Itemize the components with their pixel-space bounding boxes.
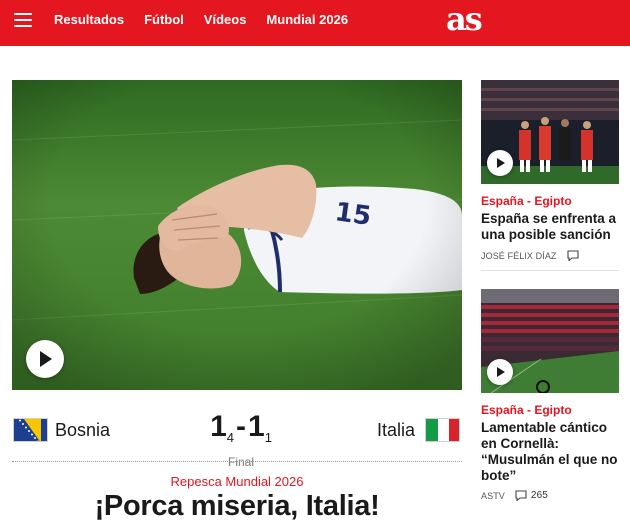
hero-photo: 15 [12,80,462,390]
side-article-2-kicker[interactable]: España - Egipto [481,403,572,417]
home-penalties: 4 [226,430,234,445]
comment-count[interactable]: 265 [531,490,548,501]
italy-flag-icon [425,418,460,442]
divider [12,461,462,462]
side-article-2-thumbnail[interactable] [481,289,619,393]
home-team[interactable]: Bosnia [13,418,110,442]
side-article-1-title[interactable]: España se enfrenta a una posible sanción [481,211,621,243]
side-article-2-author[interactable]: ASTV [481,491,505,501]
match-scoreboard[interactable]: Bosnia 14-11 Final Italia [12,410,462,469]
play-icon[interactable] [487,150,513,176]
article-kicker[interactable]: Repesca Mundial 2026 [12,474,462,489]
main-nav: Resultados Fútbol Vídeos Mundial 2026 [54,12,368,27]
article-headline[interactable]: ¡Porca miseria, Italia! [12,490,462,523]
card-divider [481,270,619,271]
comment-icon[interactable] [515,490,527,501]
away-goals: 1 [248,410,265,443]
score-separator: - [236,410,246,443]
side-article-1-kicker[interactable]: España - Egipto [481,194,572,208]
as-logo[interactable]: as [446,0,483,38]
side-article-2-title[interactable]: Lamentable cántico en Cornellà: “Musulmá… [481,420,621,484]
top-bar: Resultados Fútbol Vídeos Mundial 2026 as [0,0,630,46]
side-article-1-thumbnail[interactable] [481,80,619,184]
match-status: Final [227,455,254,469]
nav-videos[interactable]: Vídeos [204,12,247,27]
bosnia-flag-icon [13,418,48,442]
play-icon[interactable] [487,359,513,385]
away-team[interactable]: Italia [377,418,460,442]
home-team-name: Bosnia [55,419,111,440]
side-article-1-author[interactable]: JOSÉ FÉLIX DÍAZ [481,251,557,261]
hero-video-thumbnail[interactable]: 15 [12,80,462,390]
away-penalties: 1 [264,430,272,445]
play-icon[interactable] [26,340,64,378]
nav-futbol[interactable]: Fútbol [144,12,184,27]
comment-icon[interactable] [566,250,579,261]
away-team-name: Italia [376,419,415,440]
nav-mundial-2026[interactable]: Mundial 2026 [266,12,348,27]
side-article-2-meta: ASTV 265 [481,490,548,501]
nav-resultados[interactable]: Resultados [54,12,124,27]
home-goals: 1 [210,410,227,443]
side-article-1-meta: JOSÉ FÉLIX DÍAZ [481,250,579,261]
menu-icon[interactable] [14,12,34,28]
